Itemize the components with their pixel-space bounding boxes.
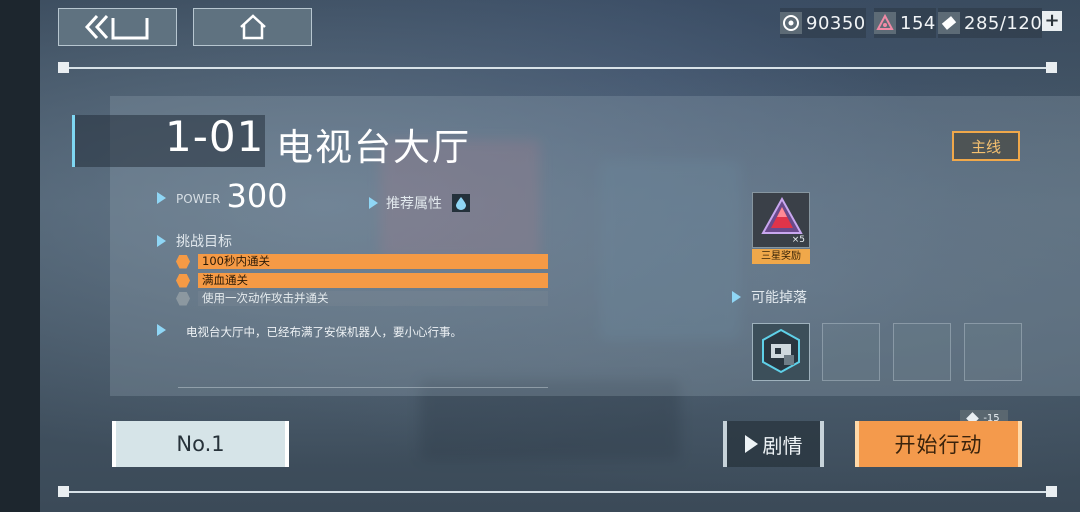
back-arrow-icon — [84, 14, 148, 40]
possible-drops-label: 可能掉落 — [751, 290, 807, 306]
corner-marker — [58, 62, 69, 73]
energy-value: 285/120 — [964, 12, 1043, 34]
star-reward-count: ×5 — [791, 235, 805, 245]
gem-counter: 154 — [874, 8, 936, 38]
drop-item-slot[interactable] — [752, 323, 810, 381]
drop-item-slot — [822, 323, 880, 381]
challenge-goals-label: 挑战目标 — [176, 234, 232, 250]
recommended-attribute-row: 推荐属性 — [369, 193, 470, 213]
add-energy-button[interactable]: + — [1042, 11, 1062, 31]
corner-marker — [1046, 62, 1057, 73]
power-row: POWER 300 — [157, 180, 288, 212]
corner-marker — [58, 486, 69, 497]
objective-text: 100秒内通关 — [198, 254, 548, 269]
water-drop-icon — [452, 194, 470, 212]
bullet-arrow-icon — [369, 197, 378, 209]
back-button[interactable] — [58, 8, 177, 46]
bullet-arrow-icon — [157, 192, 166, 204]
energy-ticket-icon — [938, 12, 960, 34]
stage-description: 电视台大厅中，已经布满了安保机器人，要小心行事。 — [186, 325, 462, 339]
objective-item: 使用一次动作攻击并通关 — [176, 291, 548, 306]
objective-complete-icon — [176, 273, 190, 288]
drop-item-slot — [893, 323, 951, 381]
objective-text: 使用一次动作攻击并通关 — [198, 291, 548, 306]
objective-incomplete-icon — [176, 291, 190, 306]
stage-name: 电视台大厅 — [276, 126, 471, 169]
challenge-goals-row: 挑战目标 — [157, 231, 232, 251]
robot-part-icon — [762, 328, 800, 374]
energy-counter: 285/120 — [938, 8, 1043, 38]
home-button[interactable] — [193, 8, 312, 46]
objective-complete-icon — [176, 254, 190, 269]
gold-counter: 90350 — [780, 8, 866, 38]
corner-marker — [1046, 486, 1057, 497]
objective-item: 满血通关 — [176, 273, 548, 288]
bullet-arrow-icon — [732, 291, 741, 303]
story-button[interactable]: 剧情 — [723, 421, 824, 467]
gold-value: 90350 — [806, 12, 866, 34]
power-value: 300 — [226, 177, 288, 215]
star-reward-label: 三星奖励 — [752, 249, 810, 264]
gold-coin-icon — [780, 12, 802, 34]
rank-button[interactable]: No.1 — [112, 421, 289, 467]
main-story-tag-label: 主线 — [970, 137, 1001, 156]
play-icon — [744, 435, 758, 453]
possible-drops-row: 可能掉落 — [732, 287, 807, 307]
objective-item: 100秒内通关 — [176, 254, 548, 269]
start-action-button[interactable]: 开始行动 — [855, 421, 1022, 467]
stage-description-box: 电视台大厅中，已经布满了安保机器人，要小心行事。 — [178, 318, 548, 388]
gem-icon — [874, 12, 896, 34]
stage-number: 1-01 — [165, 112, 265, 161]
start-action-label: 开始行动 — [894, 433, 983, 457]
story-label: 剧情 — [762, 433, 803, 458]
rank-label: No.1 — [176, 432, 225, 456]
left-dark-strip — [0, 0, 40, 512]
drop-item-slot — [964, 323, 1022, 381]
main-story-tag: 主线 — [952, 131, 1020, 161]
top-divider — [64, 67, 1052, 69]
bottom-divider — [64, 491, 1052, 493]
recommended-attribute-label: 推荐属性 — [386, 196, 442, 212]
bullet-arrow-icon — [157, 324, 166, 336]
power-label: POWER — [176, 192, 221, 206]
objective-text: 满血通关 — [198, 273, 548, 288]
gem-value: 154 — [900, 12, 936, 34]
star-reward-item[interactable]: ×5 — [752, 192, 810, 248]
home-icon — [239, 14, 266, 40]
bullet-arrow-icon — [157, 235, 166, 247]
